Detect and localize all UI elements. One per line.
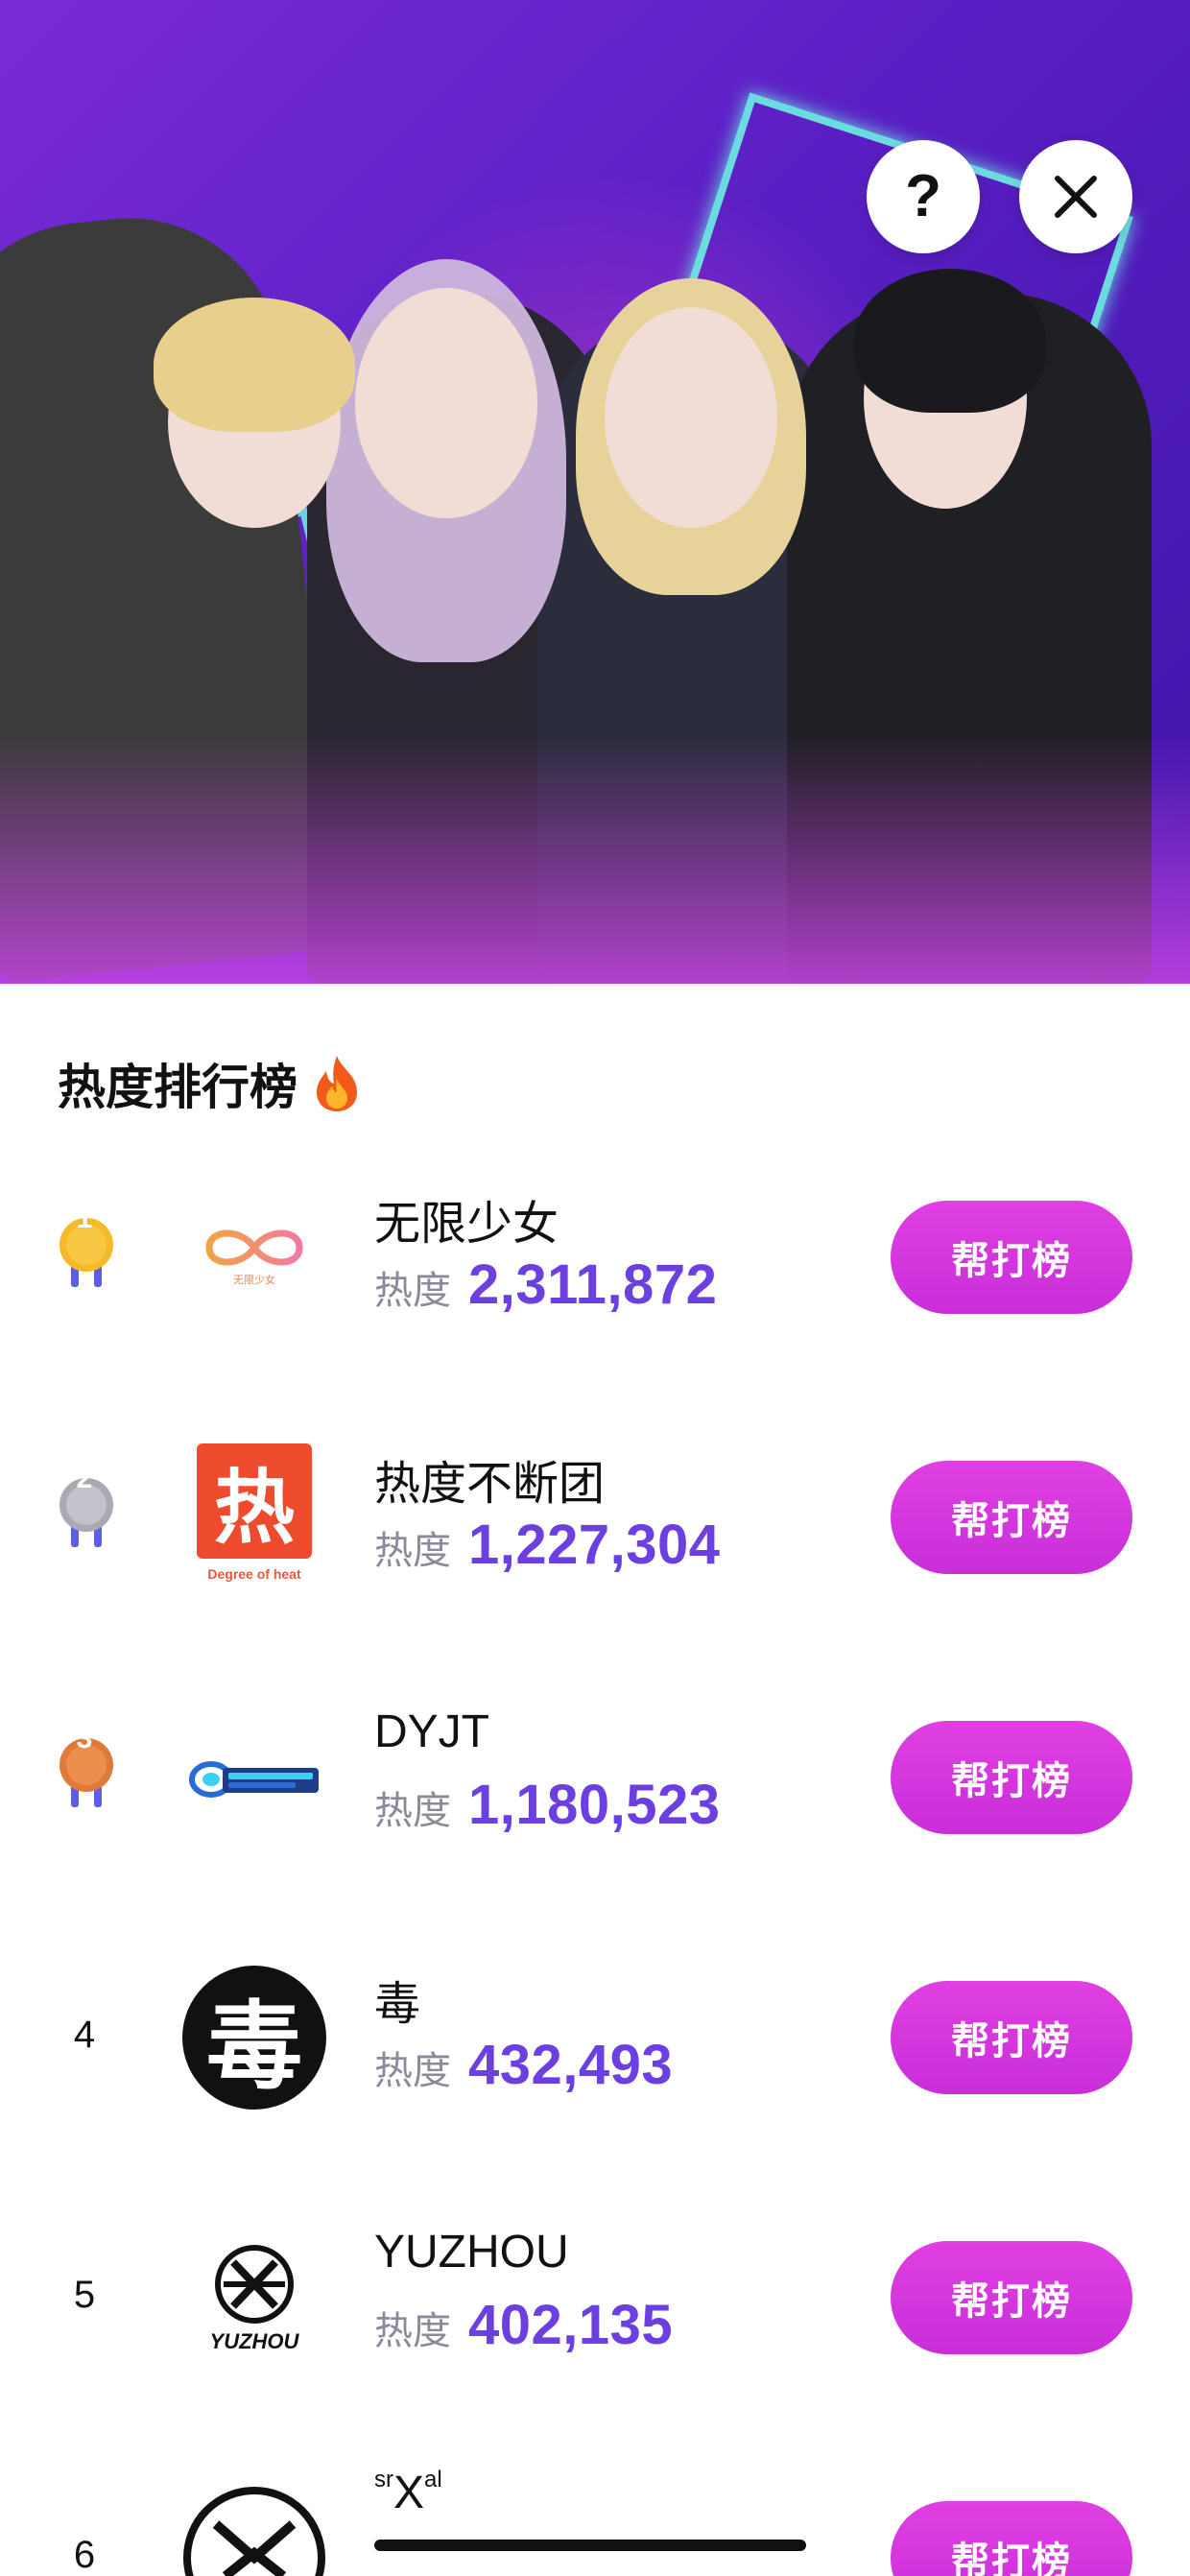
close-button[interactable] xyxy=(1019,140,1132,253)
boost-button[interactable]: 帮打榜 xyxy=(891,1981,1132,2094)
yuzhou-logo-icon xyxy=(215,2245,294,2324)
team-name: YUZHOU xyxy=(374,2227,569,2278)
heat-label: 热度 xyxy=(374,2050,451,2092)
heat-info: 热度 432,493 xyxy=(374,2033,673,2097)
boost-button[interactable]: 帮打榜 xyxy=(891,2241,1132,2354)
logo-caption: 无限少女 xyxy=(233,1273,275,1286)
home-indicator[interactable] xyxy=(374,2540,806,2551)
help-icon: ? xyxy=(905,163,941,229)
team-name: 热度不断团 xyxy=(374,1459,606,1510)
rank-number: 6 xyxy=(73,2534,96,2576)
boost-button[interactable]: 帮打榜 xyxy=(891,2501,1132,2576)
logo-caption: Degree of heat xyxy=(207,1566,301,1582)
rank-number: 2 xyxy=(76,1463,93,1494)
avatar-head xyxy=(605,307,777,528)
rank-number: 4 xyxy=(73,2014,96,2056)
flame-icon xyxy=(317,1056,357,1111)
poison-logo-glyph: 毒 xyxy=(182,1966,326,2110)
heat-value: 1,180,523 xyxy=(468,1774,721,1836)
rank-number: 3 xyxy=(76,1723,93,1754)
ranking-row: 5 YUZHOU YUZHOU 热度 402,135 帮打榜 xyxy=(0,2226,1190,2418)
team-name: DYJT xyxy=(374,1706,489,1757)
heat-info: 热度 1,227,304 xyxy=(374,1513,721,1577)
ranking-row: 3 DYJT 热度 1,180,523 帮打榜 xyxy=(0,1705,1190,1897)
team-name: 毒 xyxy=(374,1979,421,2030)
heat-info: 热度 2,311,872 xyxy=(374,1252,717,1317)
heat-value: 2,311,872 xyxy=(468,1253,718,1316)
boost-button[interactable]: 帮打榜 xyxy=(891,1461,1132,1574)
dyjt-logo-icon xyxy=(189,1761,319,1798)
leaderboard-page: ? 热度排行榜 1 无限少女 无限少女 热度 2,311,872 帮打榜 2 热… xyxy=(0,0,1190,2576)
team-logo: YUZHOU xyxy=(173,2226,336,2370)
heat-label: 热度 xyxy=(374,2310,451,2352)
heat-label: 热度 xyxy=(374,1790,451,1832)
heat-logo: 热 Degree of heat xyxy=(197,1443,312,1591)
section-header: 热度排行榜 xyxy=(58,1049,365,1118)
rank-number: 5 xyxy=(73,2274,96,2316)
heat-label: 热度 xyxy=(374,1270,451,1312)
heat-value: 402,135 xyxy=(468,2294,674,2356)
heat-info: 热度 402,135 xyxy=(374,2293,673,2357)
team-logo: 毒 xyxy=(173,1956,336,2119)
boost-button[interactable]: 帮打榜 xyxy=(891,1201,1132,1314)
srxal-logo-icon xyxy=(183,2487,325,2576)
help-button[interactable]: ? xyxy=(867,140,980,253)
avatar-hair xyxy=(154,298,355,432)
team-logo: 无限少女 xyxy=(173,1185,336,1329)
ranking-row: 4 毒 毒 热度 432,493 帮打榜 xyxy=(0,1966,1190,2158)
team-name-suffix: al xyxy=(424,2467,442,2493)
heat-logo-glyph: 热 xyxy=(197,1443,312,1559)
avatar-hair xyxy=(854,269,1046,413)
rank-number: 1 xyxy=(76,1203,93,1234)
logo-caption: YUZHOU xyxy=(209,2329,299,2353)
team-logo: 热 Degree of heat xyxy=(173,1436,336,1599)
infinity-logo-icon: 无限少女 xyxy=(205,1229,303,1286)
team-name: srXal xyxy=(374,2467,442,2519)
ranking-row: 2 热 Degree of heat 热度不断团 热度 1,227,304 帮打… xyxy=(0,1443,1190,1637)
team-name-prefix: sr xyxy=(374,2467,393,2493)
avatar-head xyxy=(355,288,537,518)
section-title: 热度排行榜 xyxy=(58,1061,298,1114)
heat-label: 热度 xyxy=(374,1530,451,1572)
heat-value: 1,227,304 xyxy=(468,1514,721,1576)
ranking-row: 1 无限少女 无限少女 热度 2,311,872 帮打榜 xyxy=(0,1185,1190,1377)
boost-button[interactable]: 帮打榜 xyxy=(891,1721,1132,1834)
ranking-section: 热度排行榜 1 无限少女 无限少女 热度 2,311,872 帮打榜 2 热 D… xyxy=(0,984,1190,2576)
team-logo xyxy=(173,2486,336,2576)
close-icon xyxy=(1055,176,1097,218)
heat-info: 热度 1,180,523 xyxy=(374,1773,721,1837)
team-logo xyxy=(173,1705,336,1849)
team-name-main: X xyxy=(393,2468,425,2518)
heat-value: 432,493 xyxy=(468,2034,674,2096)
hero-fade xyxy=(0,734,1190,984)
team-name: 无限少女 xyxy=(374,1199,559,1250)
hero-banner: ? xyxy=(0,0,1190,984)
ranking-row: 6 srXal 帮打榜 xyxy=(0,2467,1190,2576)
